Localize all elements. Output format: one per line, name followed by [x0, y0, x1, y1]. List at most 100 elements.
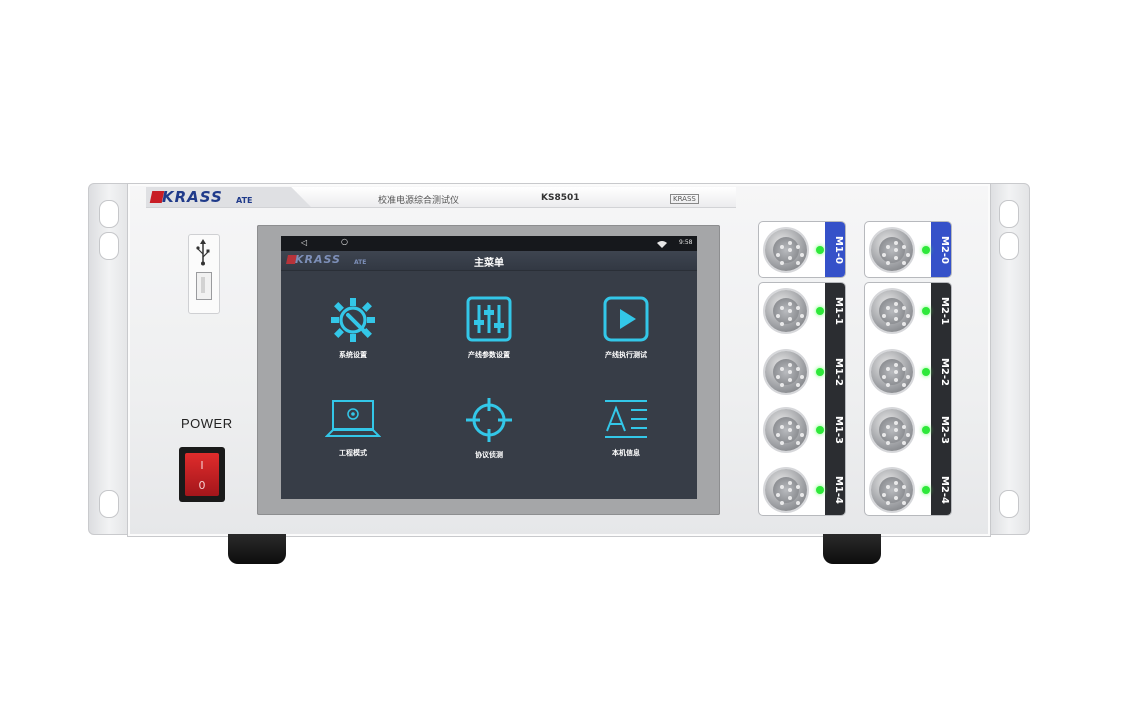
connector-pin: [894, 481, 898, 485]
menu-label: 产线参数设置: [468, 351, 510, 359]
connector-pin: [780, 245, 784, 249]
circular-connector-m1-1[interactable]: [765, 290, 807, 332]
connector-pin: [886, 261, 890, 265]
menu-protocol-detect[interactable]: 协议侦测: [444, 396, 534, 460]
connector-pin: [886, 367, 890, 371]
left-rack-ear: [88, 183, 130, 535]
rack-slot: [999, 490, 1019, 518]
circular-connector-m1-0[interactable]: [765, 229, 807, 271]
circular-connector-m1-3[interactable]: [765, 409, 807, 451]
connector-pin: [906, 375, 910, 379]
connector-face: [879, 298, 910, 326]
connector-pin: [882, 493, 886, 497]
status-led-m2-2: [922, 368, 930, 376]
connector-pin: [902, 441, 906, 445]
menu-label: 本机信息: [612, 449, 640, 457]
connector-pin: [886, 441, 890, 445]
connector-pin: [886, 501, 890, 505]
rack-slot: [99, 490, 119, 518]
right-foot: [823, 534, 881, 564]
connector-face: [773, 298, 804, 326]
connector-pin: [788, 256, 792, 260]
connector-pin: [894, 488, 898, 492]
connector-pin: [796, 485, 800, 489]
left-foot: [228, 534, 286, 564]
strip-logo: KRASS: [670, 194, 699, 204]
rack-slot: [99, 200, 119, 228]
circular-connector-m2-2[interactable]: [871, 351, 913, 393]
connector-pin: [776, 253, 780, 257]
menu-device-info[interactable]: 本机信息: [581, 398, 671, 458]
connector-pin: [788, 309, 792, 313]
connector-pin: [894, 256, 898, 260]
connector-pin: [788, 436, 792, 440]
connector-pin: [780, 261, 784, 265]
usb-port[interactable]: [196, 272, 212, 300]
connector-pin: [788, 496, 792, 500]
brand-logo-text: KRASS: [162, 188, 223, 206]
connector-pin: [886, 322, 890, 326]
connector-pin: [906, 314, 910, 318]
port-label-m2-0: M2-0: [939, 235, 950, 265]
home-nav-icon[interactable]: ○: [341, 237, 348, 246]
connector-pin: [776, 314, 780, 318]
status-led-m1-4: [816, 486, 824, 494]
connector-pin: [902, 383, 906, 387]
connector-face: [879, 237, 910, 265]
power-on-mark: I: [200, 459, 204, 472]
product-name: 校准电源综合测试仪: [378, 196, 460, 206]
circular-connector-m2-1[interactable]: [871, 290, 913, 332]
connector-pin: [780, 485, 784, 489]
connector-pin: [902, 322, 906, 326]
connector-pin: [788, 370, 792, 374]
connector-pin: [882, 314, 886, 318]
menu-system-settings[interactable]: 系统设置: [308, 296, 398, 360]
usb-icon: [196, 239, 210, 266]
status-led-m1-0: [816, 246, 824, 254]
status-led-m2-4: [922, 486, 930, 494]
connector-pin: [776, 433, 780, 437]
menu-label: 产线执行测试: [605, 351, 647, 359]
connector-pin: [894, 309, 898, 313]
touch-screen[interactable]: ◁ ○ 9:58 KRASS ATE 主菜单 系统设置 产线参数设置 产线执行测…: [281, 236, 697, 499]
power-rocker[interactable]: I 0: [185, 453, 219, 496]
connector-pin: [788, 488, 792, 492]
connector-pin: [788, 421, 792, 425]
power-label: POWER: [181, 416, 233, 431]
connector-pin: [796, 306, 800, 310]
menu-line-run-test[interactable]: 产线执行测试: [581, 296, 671, 360]
connector-pin: [902, 425, 906, 429]
status-led-m1-1: [816, 307, 824, 315]
circular-connector-m2-0[interactable]: [871, 229, 913, 271]
status-bar: ◁ ○ 9:58: [281, 236, 697, 251]
status-led-m1-2: [816, 368, 824, 376]
connector-pin: [800, 433, 804, 437]
menu-line-params[interactable]: 产线参数设置: [444, 296, 534, 360]
menu-label: 系统设置: [339, 351, 367, 359]
right-rack-ear: [988, 183, 1030, 535]
menu-label: 协议侦测: [475, 451, 503, 459]
status-led-m2-3: [922, 426, 930, 434]
connector-pin: [894, 370, 898, 374]
back-nav-icon[interactable]: ◁: [301, 238, 307, 247]
gear-wrench-icon: [331, 298, 375, 342]
connector-pin: [796, 322, 800, 326]
connector-pin: [776, 493, 780, 497]
circular-connector-m1-4[interactable]: [765, 469, 807, 511]
circular-connector-m1-2[interactable]: [765, 351, 807, 393]
laptop-icon: [325, 400, 381, 437]
port-label-m2-4: M2-4: [939, 475, 950, 505]
connector-pin: [894, 436, 898, 440]
crosshair-icon: [466, 398, 512, 442]
power-off-mark: 0: [198, 479, 206, 492]
connector-face: [879, 359, 910, 387]
connector-pin: [780, 425, 784, 429]
menu-engineering-mode[interactable]: 工程模式: [308, 398, 398, 458]
circular-connector-m2-3[interactable]: [871, 409, 913, 451]
connector-pin: [894, 378, 898, 382]
circular-connector-m2-4[interactable]: [871, 469, 913, 511]
connector-face: [879, 477, 910, 505]
connector-pin: [902, 501, 906, 505]
connector-pin: [906, 253, 910, 257]
wifi-icon: [657, 241, 667, 248]
